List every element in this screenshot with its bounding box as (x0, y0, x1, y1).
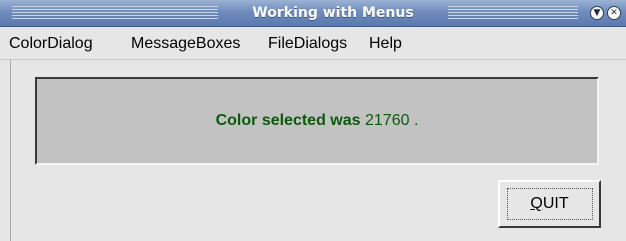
message-label: Color selected was (215, 112, 361, 129)
message-text: Color selected was 21760 . (37, 111, 597, 131)
menu-colordialog[interactable]: ColorDialog (9, 34, 93, 54)
close-icon[interactable]: ✕ (607, 6, 621, 20)
title-bar-decoration-left (12, 6, 218, 21)
window-menu-icon[interactable]: ▼ (590, 6, 604, 20)
menu-bar: ColorDialog MessageBoxes FileDialogs Hel… (0, 27, 626, 60)
menu-help[interactable]: Help (369, 34, 402, 54)
message-panel: Color selected was 21760 . (35, 77, 599, 165)
title-bar[interactable]: Working with Menus ▼ ✕ (0, 0, 626, 27)
quit-button[interactable]: Q UIT (498, 180, 601, 228)
message-suffix: . (413, 112, 419, 129)
title-bar-decoration-right (448, 6, 578, 21)
app-window: Working with Menus ▼ ✕ ColorDialog Messa… (0, 0, 626, 241)
menu-filedialogs[interactable]: FileDialogs (268, 34, 347, 54)
window-title: Working with Menus (252, 5, 414, 21)
menu-messageboxes[interactable]: MessageBoxes (131, 34, 240, 54)
quit-mnemonic: Q (530, 195, 543, 212)
quit-button-label: Q UIT (506, 188, 593, 220)
message-value: 21760 (365, 112, 410, 129)
quit-label-rest: UIT (542, 195, 569, 212)
